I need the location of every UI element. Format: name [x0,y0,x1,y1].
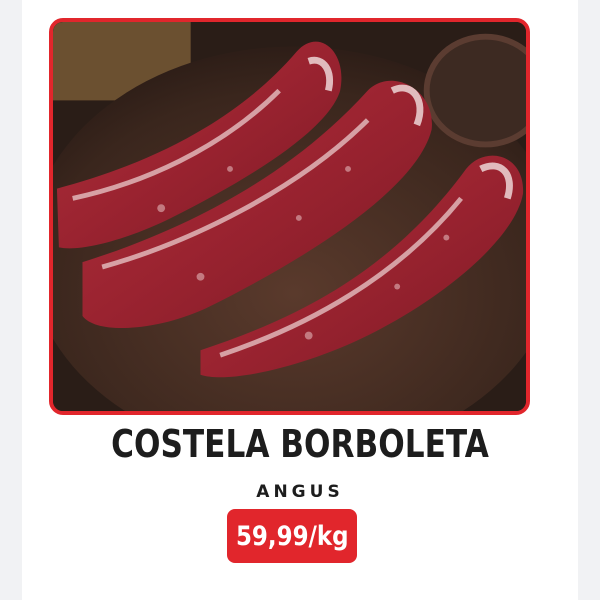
product-subtitle: ANGUS [256,482,344,502]
price-badge: 59,99/kg [227,509,357,563]
product-image[interactable] [49,18,530,415]
product-name: COSTELA BORBOLETA [111,422,489,466]
meat-photo [53,22,526,411]
price-label: 59,99/kg [235,520,349,552]
product-card[interactable]: COSTELA BORBOLETA ANGUS 59,99/kg [22,0,578,600]
